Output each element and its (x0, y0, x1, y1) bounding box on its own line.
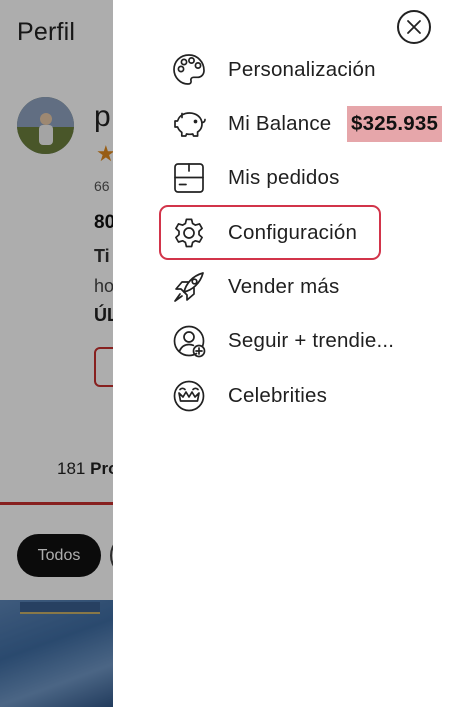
piggy-bank-icon (171, 106, 207, 142)
menu-item-mis-pedidos[interactable]: Mis pedidos (171, 158, 340, 198)
user-add-icon (171, 323, 207, 359)
rocket-icon (171, 269, 207, 305)
palette-icon (171, 52, 207, 88)
menu-item-label: Seguir + trendie... (228, 329, 395, 352)
side-menu-drawer: Personalización Mi Balance $325.935 Mis … (113, 0, 457, 707)
menu-item-celebrities[interactable]: Celebrities (171, 376, 327, 416)
menu-item-label: Mi Balance (228, 112, 332, 135)
box-icon (171, 160, 207, 196)
close-button[interactable] (397, 10, 431, 44)
menu-item-label: Vender más (228, 275, 340, 298)
menu-item-vender-mas[interactable]: Vender más (171, 267, 339, 307)
close-icon (407, 20, 421, 34)
menu-item-configuracion[interactable]: Configuración (171, 213, 357, 253)
menu-item-label: Configuración (228, 221, 358, 244)
menu-item-mi-balance[interactable]: Mi Balance (171, 104, 331, 144)
crown-face-icon (171, 378, 207, 414)
menu-item-label: Mis pedidos (228, 166, 340, 189)
gear-icon (171, 215, 207, 251)
menu-item-label: Personalización (228, 58, 376, 81)
menu-item-label: Celebrities (228, 384, 328, 407)
menu-item-seguir-trendies[interactable]: Seguir + trendie... (171, 321, 394, 361)
menu-item-personalizacion[interactable]: Personalización (171, 50, 376, 90)
balance-value-badge: $325.935 (347, 106, 443, 142)
